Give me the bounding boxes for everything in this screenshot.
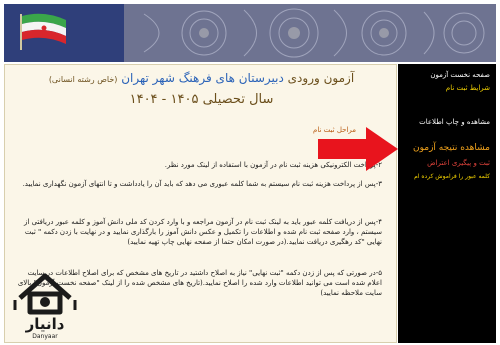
title-suffix: (خاص رشته انسانی) — [48, 75, 118, 84]
menu-item-objection[interactable]: ثبت و پیگیری اعتراض — [427, 159, 490, 167]
arrow-icon — [318, 127, 398, 171]
header-banner — [4, 4, 496, 62]
menu-item-label: ثبت و پیگیری اعتراض — [427, 159, 490, 167]
title-highlight: دبیرستان های فرهنگ شهر تهران — [121, 71, 284, 85]
menu-item-label: شرایط ثبت نام — [445, 84, 490, 92]
academic-year: سال تحصیلی ۱۴۰۵ - ۱۴۰۴ — [129, 92, 274, 107]
menu-item-home[interactable]: صفحه نخست آزمون — [430, 71, 490, 79]
sidebar-menu: صفحه نخست آزمون شرایط ثبت نام مشاهده و چ… — [398, 64, 496, 343]
step-4: ۴-پس از دریافت کلمه عبور باید به لینک ثب… — [24, 218, 382, 246]
page: آزمون ورودی دبیرستان های فرهنگ شهر تهران… — [0, 0, 500, 343]
logo-brand-latin: Danyaar — [32, 333, 58, 340]
logo-icon: دانیار Danyaar — [13, 273, 77, 340]
menu-item-label: مشاهده و چاپ اطلاعات — [419, 118, 490, 126]
logo-brand-text: دانیار — [25, 315, 65, 333]
title-prefix: آزمون ورودی — [287, 71, 355, 85]
menu-item-label: مشاهده نتیجه آزمون — [413, 143, 490, 153]
menu-item-view-print[interactable]: مشاهده و چاپ اطلاعات — [419, 118, 490, 126]
step-3: ۳-پس از پرداخت هزینه ثبت نام سیستم به شم… — [22, 180, 382, 188]
danyaar-logo: دانیار Danyaar — [10, 266, 80, 341]
banner-pattern — [4, 4, 496, 62]
menu-item-label: صفحه نخست آزمون — [430, 71, 490, 79]
menu-item-label: کلمه عبور را فراموش کرده ام — [414, 173, 490, 180]
menu-item-conditions[interactable]: شرایط ثبت نام — [446, 84, 490, 92]
menu-item-results[interactable]: مشاهده نتیجه آزمون — [413, 143, 490, 153]
page-title: آزمون ورودی دبیرستان های فرهنگ شهر تهران… — [5, 71, 396, 85]
menu-item-forgot-password[interactable]: کلمه عبور را فراموش کرده ام — [414, 173, 490, 180]
